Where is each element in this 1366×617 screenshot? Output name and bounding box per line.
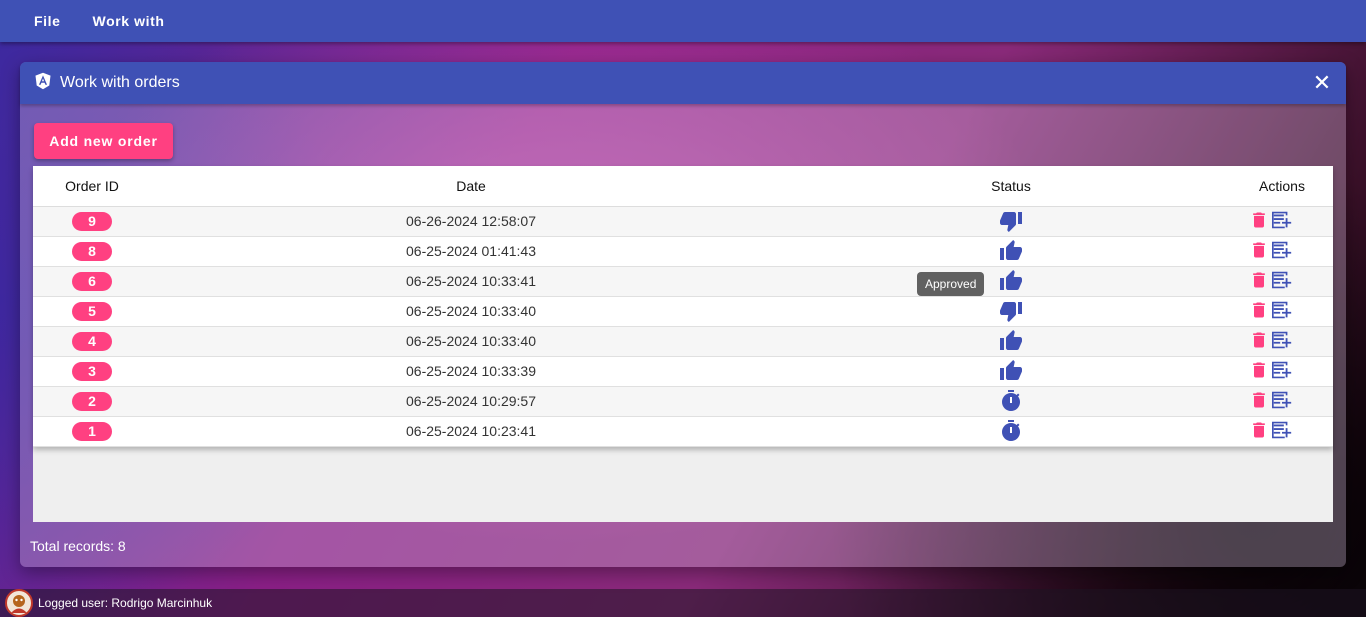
add-order-button[interactable]: Add new order: [34, 123, 173, 159]
order-id-badge: 2: [72, 391, 112, 411]
order-id-cell: 2: [33, 386, 151, 417]
order-id-cell: 1: [33, 416, 151, 447]
edit-note-icon[interactable]: [1271, 389, 1293, 414]
table-row[interactable]: 8 06-25-2024 01:41:43: [33, 236, 1333, 267]
thumb-down-icon[interactable]: [999, 212, 1023, 232]
order-actions-cell: [1231, 326, 1333, 357]
order-id-badge: 9: [72, 211, 112, 231]
order-actions-cell: [1231, 356, 1333, 387]
menu-bar: File Work with: [0, 0, 1366, 42]
trash-icon[interactable]: [1249, 390, 1269, 413]
thumb-down-icon[interactable]: [999, 302, 1023, 322]
order-actions-cell: [1231, 236, 1333, 267]
trash-icon[interactable]: [1249, 360, 1269, 383]
timer-icon[interactable]: [999, 420, 1023, 441]
header-actions: Actions: [1231, 166, 1333, 207]
order-date: 06-25-2024 10:33:39: [151, 356, 791, 387]
header-status[interactable]: Status: [791, 166, 1231, 207]
menu-work-with[interactable]: Work with: [77, 1, 181, 41]
order-id-cell: 6: [33, 266, 151, 297]
order-date: 06-26-2024 12:58:07: [151, 206, 791, 237]
order-status-cell: [791, 296, 1231, 327]
avatar: [5, 589, 33, 617]
edit-note-icon[interactable]: [1271, 209, 1293, 234]
order-actions-cell: [1231, 296, 1333, 327]
order-actions-cell: [1231, 206, 1333, 237]
logged-user: Logged user: Rodrigo Marcinhuk: [38, 596, 213, 610]
order-id-badge: 6: [72, 271, 112, 291]
status-bar: Logged user: Rodrigo Marcinhuk: [0, 589, 1366, 617]
orders-table: Order ID Date Status Actions 9 06-26-2024…: [33, 166, 1333, 447]
trash-icon[interactable]: [1249, 330, 1269, 353]
order-id-cell: 8: [33, 236, 151, 267]
order-id-badge: 4: [72, 331, 112, 351]
close-button[interactable]: ✕: [1310, 71, 1334, 95]
edit-note-icon[interactable]: [1271, 299, 1293, 324]
order-status-cell: [791, 266, 1231, 297]
order-date: 06-25-2024 10:23:41: [151, 416, 791, 447]
order-id-badge: 5: [72, 301, 112, 321]
edit-note-icon[interactable]: [1271, 419, 1293, 444]
trash-icon[interactable]: [1249, 210, 1269, 233]
order-date: 06-25-2024 10:33:40: [151, 296, 791, 327]
order-id-cell: 9: [33, 206, 151, 237]
table-row[interactable]: 6 06-25-2024 10:33:41: [33, 266, 1333, 297]
order-id-cell: 5: [33, 296, 151, 327]
header-order-id[interactable]: Order ID: [33, 166, 151, 207]
thumb-up-icon[interactable]: [999, 270, 1023, 290]
menu-file[interactable]: File: [18, 1, 77, 41]
table-row[interactable]: 9 06-26-2024 12:58:07: [33, 206, 1333, 237]
order-date: 06-25-2024 10:33:41: [151, 266, 791, 297]
order-id-cell: 4: [33, 326, 151, 357]
order-id-badge: 8: [72, 241, 112, 261]
total-records: Total records: 8: [30, 538, 126, 554]
table-row[interactable]: 1 06-25-2024 10:23:41: [33, 416, 1333, 447]
header-date[interactable]: Date: [151, 166, 791, 207]
edit-note-icon[interactable]: [1271, 359, 1293, 384]
edit-note-icon[interactable]: [1271, 239, 1293, 264]
timer-icon[interactable]: [999, 390, 1023, 411]
edit-note-icon[interactable]: [1271, 329, 1293, 354]
table-row[interactable]: 3 06-25-2024 10:33:39: [33, 356, 1333, 387]
order-actions-cell: [1231, 386, 1333, 417]
window-titlebar: Work with orders ✕: [20, 62, 1346, 104]
angular-icon: [34, 72, 52, 95]
trash-icon[interactable]: [1249, 270, 1269, 293]
order-date: 06-25-2024 10:29:57: [151, 386, 791, 417]
order-id-badge: 1: [72, 421, 112, 441]
orders-window: Work with orders ✕ Add new order Order I…: [20, 62, 1346, 567]
trash-icon[interactable]: [1249, 420, 1269, 443]
order-status-cell: [791, 236, 1231, 267]
order-status-cell: [791, 416, 1231, 447]
order-status-cell: [791, 386, 1231, 417]
window-title: Work with orders: [60, 74, 180, 91]
table-row[interactable]: 4 06-25-2024 10:33:40: [33, 326, 1333, 357]
order-status-cell: [791, 326, 1231, 357]
status-tooltip: Approved: [917, 272, 985, 296]
order-status-cell: [791, 356, 1231, 387]
order-id-cell: 3: [33, 356, 151, 387]
order-date: 06-25-2024 01:41:43: [151, 236, 791, 267]
trash-icon[interactable]: [1249, 300, 1269, 323]
table-row[interactable]: 2 06-25-2024 10:29:57: [33, 386, 1333, 417]
edit-note-icon[interactable]: [1271, 269, 1293, 294]
table-row[interactable]: 5 06-25-2024 10:33:40: [33, 296, 1333, 327]
order-date: 06-25-2024 10:33:40: [151, 326, 791, 357]
orders-table-area: Order ID Date Status Actions 9 06-26-2024…: [33, 166, 1333, 522]
order-actions-cell: [1231, 266, 1333, 297]
order-id-badge: 3: [72, 361, 112, 381]
thumb-up-icon[interactable]: [999, 360, 1023, 380]
order-status-cell: [791, 206, 1231, 237]
order-actions-cell: [1231, 416, 1333, 447]
thumb-up-icon[interactable]: [999, 240, 1023, 260]
thumb-up-icon[interactable]: [999, 330, 1023, 350]
trash-icon[interactable]: [1249, 240, 1269, 263]
